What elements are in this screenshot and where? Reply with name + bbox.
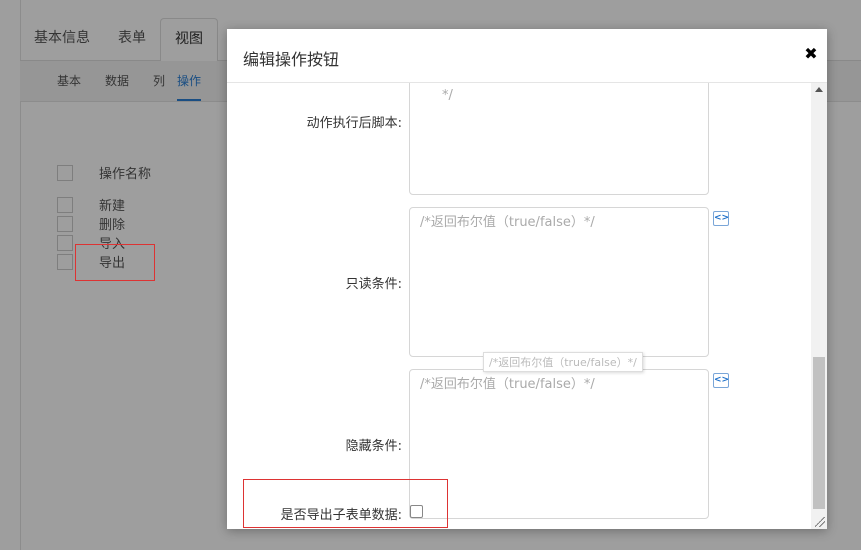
readonly-condition-label: 只读条件:: [345, 277, 402, 292]
resize-grip-icon[interactable]: [815, 517, 825, 527]
edit-action-button-dialog: 编辑操作按钮 ✖ 动作执行后脚本: */ 只读条件: /*返回布尔值（true/…: [227, 29, 827, 529]
code-editor-icon[interactable]: <>: [713, 373, 729, 388]
scroll-thumb[interactable]: [813, 357, 825, 509]
after-script-value: */: [442, 88, 453, 103]
scroll-up-arrow-icon[interactable]: [815, 87, 823, 92]
placeholder-tooltip: /*返回布尔值（true/false）*/: [483, 352, 643, 372]
export-subform-label: 是否导出子表单数据:: [280, 508, 402, 523]
dialog-title: 编辑操作按钮: [243, 50, 340, 69]
export-subform-checkbox[interactable]: [410, 505, 423, 518]
after-script-editor[interactable]: */: [409, 83, 709, 195]
close-icon[interactable]: ✖: [803, 45, 819, 63]
code-editor-icon[interactable]: <>: [713, 211, 729, 226]
readonly-condition-editor[interactable]: /*返回布尔值（true/false）*/: [409, 207, 709, 357]
hidden-condition-label: 隐藏条件:: [345, 439, 402, 454]
after-script-label: 动作执行后脚本:: [306, 116, 402, 131]
dialog-body: 动作执行后脚本: */ 只读条件: /*返回布尔值（true/false）*/ …: [227, 83, 811, 529]
dialog-header: 编辑操作按钮 ✖: [227, 29, 827, 83]
hidden-condition-editor[interactable]: /*返回布尔值（true/false）*/: [409, 369, 709, 519]
dialog-scrollbar[interactable]: [811, 83, 827, 529]
hidden-condition-placeholder: /*返回布尔值（true/false）*/: [420, 377, 595, 392]
readonly-condition-placeholder: /*返回布尔值（true/false）*/: [420, 215, 595, 230]
